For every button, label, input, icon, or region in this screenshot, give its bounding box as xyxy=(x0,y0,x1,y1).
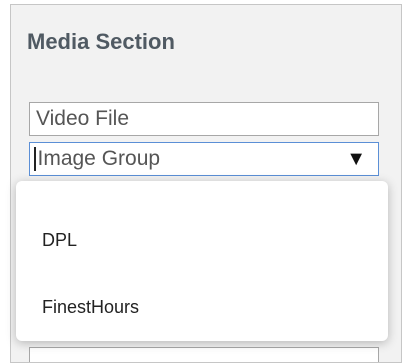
image-group-select[interactable]: Image Group ▼ xyxy=(29,142,379,176)
dropdown-arrow-icon[interactable]: ▼ xyxy=(346,143,366,175)
video-file-placeholder: Video File xyxy=(36,107,130,130)
image-group-placeholder: Image Group xyxy=(37,147,161,170)
video-file-input[interactable]: Video File xyxy=(29,102,379,136)
section-title: Media Section xyxy=(27,29,175,54)
dropdown-option-finesthours[interactable]: FinestHours xyxy=(42,297,139,318)
text-cursor xyxy=(34,147,36,171)
image-group-value-wrap: Image Group xyxy=(34,143,160,175)
dropdown-option-dpl[interactable]: DPL xyxy=(42,230,77,251)
image-group-dropdown-menu: DPL FinestHours xyxy=(16,181,388,341)
obscured-field xyxy=(29,347,379,362)
